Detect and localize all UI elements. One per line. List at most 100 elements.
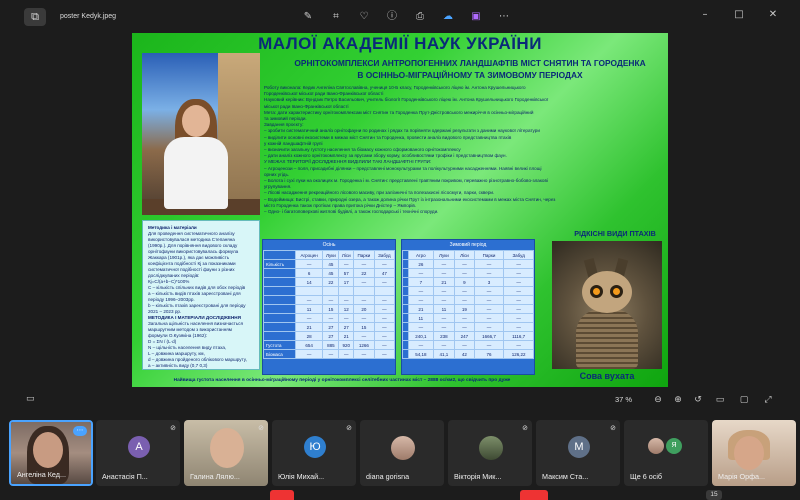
participant-tile[interactable]: ⊘ Вікторія Мик... bbox=[448, 420, 532, 486]
table-cell: — bbox=[353, 313, 375, 323]
minimize-button[interactable]: – bbox=[698, 8, 712, 22]
poster-title: МАЛОЇ АКАДЕМІЇ НАУК УКРАЇНИ bbox=[258, 34, 542, 53]
participant-tile[interactable]: Ю ⊘ Юлія Михай... bbox=[272, 420, 356, 486]
leave-call-button[interactable] bbox=[270, 490, 294, 500]
table-cell: — bbox=[503, 268, 534, 278]
table-cell: 654 bbox=[294, 340, 324, 350]
table-cell bbox=[263, 268, 296, 278]
poster-subtitle-line1: ОРНІТОКОМПЛЕКСИ АНТРОПОГЕННИХ ЛАНДШАФТІВ… bbox=[294, 58, 646, 68]
participant-count[interactable]: 15 bbox=[706, 490, 722, 500]
filmstrip-icon[interactable]: ▭ bbox=[26, 394, 35, 404]
rare-birds-title: РІДКІСНІ ВИДИ ПТАХІВ bbox=[574, 229, 656, 238]
expand-icon[interactable]: ⤢ bbox=[762, 394, 774, 406]
table-row: Агро Луки Ліси Парки Забуд bbox=[402, 250, 534, 260]
table-cell: — bbox=[408, 286, 434, 296]
edit-icon[interactable]: ✎ bbox=[300, 10, 316, 24]
app-launch-icon[interactable]: ▣ bbox=[468, 10, 484, 24]
table-cell: 17 bbox=[338, 277, 355, 287]
table-row: — — — — — bbox=[402, 340, 534, 350]
table-cell: — bbox=[373, 277, 395, 287]
participant-tile[interactable]: Марія Орфа... bbox=[712, 420, 796, 486]
table-cell: 57 bbox=[338, 268, 355, 278]
maximize-button[interactable]: □ bbox=[732, 8, 746, 22]
table-cell: — bbox=[338, 295, 355, 305]
table-cell: 126,22 bbox=[503, 349, 534, 359]
table-cell: — bbox=[294, 349, 324, 359]
info-icon[interactable]: ⓘ bbox=[384, 10, 400, 24]
participant-name: diana gorisna bbox=[366, 472, 410, 481]
fullscreen-icon[interactable]: ▢ bbox=[738, 394, 750, 406]
table-cell: — bbox=[432, 286, 456, 296]
table-cell: — bbox=[408, 340, 434, 350]
table-row: 11 15 12 20— bbox=[263, 304, 395, 314]
table-cell: 27 bbox=[322, 322, 340, 332]
participant-tile[interactable]: ⋯ Ангеліна Кед... bbox=[9, 420, 93, 486]
table-row: — — — — — bbox=[402, 295, 534, 305]
table-cell: — bbox=[454, 259, 475, 269]
table-row: 7 21 9 3— bbox=[402, 277, 534, 287]
table-cell: — bbox=[473, 295, 505, 305]
app-icon[interactable]: ⧉ bbox=[24, 8, 46, 26]
rotate-left-icon[interactable]: ↺ bbox=[692, 394, 704, 406]
close-button[interactable]: ✕ bbox=[766, 8, 780, 22]
table-cell: — bbox=[473, 259, 505, 269]
table-row: 21 27 27 15— bbox=[263, 322, 395, 332]
table-cell: 21 bbox=[294, 322, 324, 332]
crop-icon[interactable]: ⌗ bbox=[328, 10, 344, 24]
table-row: — — — — — bbox=[402, 268, 534, 278]
participant-name: Марія Орфа... bbox=[718, 472, 766, 481]
zoom-bar: ▭ 37 % ⊖ ⊕ ↺ ▭ ▢ ⤢ bbox=[0, 392, 800, 408]
table-cell: — bbox=[503, 286, 534, 296]
table-cell: Густота bbox=[263, 340, 296, 350]
table-cell: 6 bbox=[294, 268, 324, 278]
poster-footer-note: Найвища густота населення в осінньо-мігр… bbox=[173, 378, 511, 383]
table-cell: Луки bbox=[322, 250, 340, 260]
participant-tile[interactable]: diana gorisna bbox=[360, 420, 444, 486]
table-cell: 1116,7 bbox=[503, 331, 534, 341]
table-cell: Забуд bbox=[503, 250, 534, 260]
more-icon[interactable]: ⋯ bbox=[496, 10, 512, 24]
table-cell: 14 bbox=[294, 277, 324, 287]
participant-tile[interactable]: М ⊘ Максим Ста... bbox=[536, 420, 620, 486]
table-cell bbox=[373, 286, 395, 296]
table-row: — — — — — bbox=[402, 286, 534, 296]
table-cell bbox=[263, 250, 296, 260]
table-cell: 45 bbox=[322, 259, 340, 269]
table-row: Кількість —45— — — bbox=[263, 259, 395, 269]
table-cell: — bbox=[473, 313, 505, 323]
table-cell: 11 bbox=[294, 304, 324, 314]
table-cell: — bbox=[408, 322, 434, 332]
table-cell: Парки bbox=[473, 250, 505, 260]
fit-screen-icon[interactable]: ▭ bbox=[714, 394, 726, 406]
participant-avatar: А bbox=[128, 436, 150, 458]
table-cell: Забуд bbox=[373, 250, 395, 260]
table-cell: 9 bbox=[454, 277, 475, 287]
participant-tile[interactable]: А ⊘ Анастасія П... bbox=[96, 420, 180, 486]
photo-body bbox=[164, 137, 228, 209]
table-cell: — bbox=[473, 340, 505, 350]
heart-icon[interactable]: ♡ bbox=[356, 10, 372, 24]
cloud-icon[interactable]: ☁ bbox=[440, 10, 456, 24]
table-cell: Біомаса bbox=[263, 349, 296, 359]
table-cell: — bbox=[432, 313, 456, 323]
table-cell: 22 bbox=[322, 277, 340, 287]
table-cell: — bbox=[322, 313, 340, 323]
table-cell: 3 bbox=[473, 277, 505, 287]
method-line: а – активність виду (0,7 0,3) bbox=[148, 363, 208, 368]
more-participants-tile[interactable]: Я Ще 6 осіб bbox=[624, 420, 708, 486]
end-call-button[interactable] bbox=[520, 490, 548, 500]
participant-photo-avatar bbox=[479, 436, 503, 460]
zoom-out-icon[interactable]: ⊖ bbox=[652, 394, 664, 406]
viewer-toolbar: ✎ ⌗ ♡ ⓘ ⎙ ☁ ▣ ⋯ bbox=[300, 10, 512, 24]
zoom-level[interactable]: 37 % bbox=[615, 395, 632, 404]
video-face bbox=[210, 428, 244, 468]
table-cell: — bbox=[338, 313, 355, 323]
table-cell: Ліси bbox=[338, 250, 355, 260]
poster-image[interactable]: МАЛОЇ АКАДЕМІЇ НАУК УКРАЇНИ ОРНІТОКОМПЛЕ… bbox=[132, 33, 668, 387]
participant-tile[interactable]: ⊘ Галина Лялю... bbox=[184, 420, 268, 486]
print-icon[interactable]: ⎙ bbox=[412, 10, 428, 24]
table-cell: 15 bbox=[322, 304, 340, 314]
table-cell bbox=[294, 286, 324, 296]
zoom-in-icon[interactable]: ⊕ bbox=[672, 394, 684, 406]
more-options-icon[interactable]: ⋯ bbox=[73, 426, 87, 436]
